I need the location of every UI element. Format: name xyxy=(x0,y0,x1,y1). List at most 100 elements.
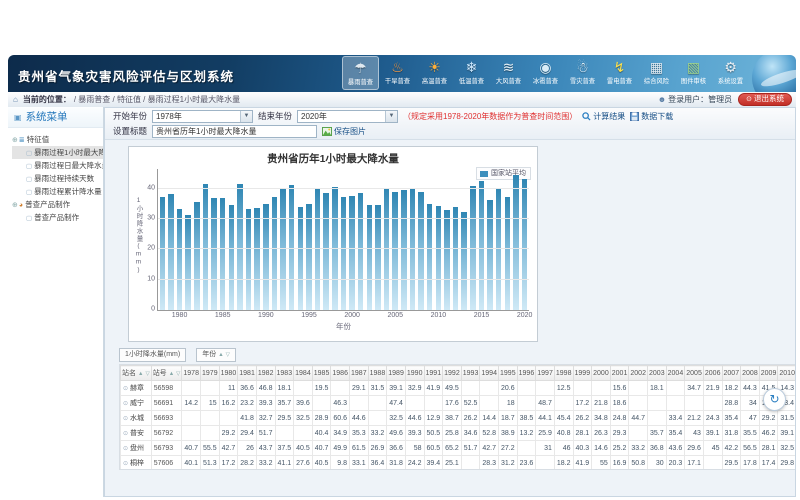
col-year-1996[interactable]: 1996 xyxy=(517,366,536,381)
sort-desc-icon[interactable]: ▽ xyxy=(226,352,230,358)
col-year-1992[interactable]: 1992 xyxy=(443,366,462,381)
cell-value: 18.2 xyxy=(554,456,573,471)
col-station-id[interactable]: 站号▲▽ xyxy=(151,366,182,381)
nav-item-low-temp[interactable]: ❄低温普查 xyxy=(453,56,490,90)
chevron-down-icon[interactable]: ▼ xyxy=(240,111,252,122)
tree-toggle-icon[interactable]: ⊕ xyxy=(12,137,18,144)
tree-item[interactable]: ▢暴雨过程日最大降水量 xyxy=(12,159,103,172)
col-year-2008[interactable]: 2008 xyxy=(741,366,760,381)
col-year-1998[interactable]: 1998 xyxy=(554,366,573,381)
map-review-icon: ▧ xyxy=(675,57,712,78)
cell-value xyxy=(554,396,573,411)
col-year-1986[interactable]: 1986 xyxy=(331,366,350,381)
nav-item-snow[interactable]: ☃雪灾普查 xyxy=(564,56,601,90)
bar-slot xyxy=(305,169,314,310)
col-year-1993[interactable]: 1993 xyxy=(461,366,480,381)
tree-item[interactable]: ▢暴雨过程1小时最大降水量 xyxy=(12,146,103,159)
sort-desc-icon[interactable]: ▽ xyxy=(145,371,149,377)
table-row-56792[interactable]: ⊙普安5679229.229.451.740.434.935.333.249.6… xyxy=(121,426,796,441)
row-expand-icon[interactable]: ⊙ xyxy=(123,461,128,467)
chevron-down-icon[interactable]: ▼ xyxy=(385,111,397,122)
col-year-1988[interactable]: 1988 xyxy=(368,366,387,381)
col-year-2000[interactable]: 2000 xyxy=(592,366,611,381)
col-year-1994[interactable]: 1994 xyxy=(480,366,499,381)
col-year-1979[interactable]: 1979 xyxy=(201,366,220,381)
bar-slot xyxy=(296,169,305,310)
start-year-select[interactable]: 1978年▼ xyxy=(152,110,253,123)
col-year-1980[interactable]: 1980 xyxy=(219,366,238,381)
calculate-button[interactable]: 计算结果 xyxy=(582,111,625,122)
logout-button[interactable]: ⊙退出系统 xyxy=(738,93,792,106)
end-year-select[interactable]: 2020年▼ xyxy=(297,110,398,123)
col-year-2006[interactable]: 2006 xyxy=(703,366,722,381)
col-year-2005[interactable]: 2005 xyxy=(685,366,704,381)
col-year-1981[interactable]: 1981 xyxy=(238,366,257,381)
col-year-1987[interactable]: 1987 xyxy=(350,366,369,381)
col-year-1985[interactable]: 1985 xyxy=(312,366,331,381)
save-image-button[interactable]: 保存图片 xyxy=(322,126,366,137)
tree-item[interactable]: ▢暴雨过程持续天数 xyxy=(12,172,103,185)
table-row-56691[interactable]: ⊙威宁5669114.21516.223.239.335.739.646.347… xyxy=(121,396,796,411)
cell-station-id: 56693 xyxy=(151,411,182,426)
col-year-1991[interactable]: 1991 xyxy=(424,366,443,381)
nav-item-settings[interactable]: ⚙系统设置 xyxy=(712,56,749,90)
col-year-1990[interactable]: 1990 xyxy=(405,366,424,381)
nav-item-hail[interactable]: ◉冰雹普查 xyxy=(527,56,564,90)
nav-item-wind[interactable]: ≋大风普查 xyxy=(490,56,527,90)
table-row-57606[interactable]: ⊙桐梓5760640.151.317.228.233.241.127.640.5… xyxy=(121,456,796,471)
col-year-2007[interactable]: 2007 xyxy=(722,366,741,381)
cell-value xyxy=(517,396,536,411)
pivot-column[interactable]: 年份▲▽ xyxy=(196,348,236,362)
tree-item[interactable]: ▢暴雨过程累计降水量 xyxy=(12,185,103,198)
bar-slot xyxy=(184,169,193,310)
cell-value: 51.7 xyxy=(461,441,480,456)
sort-asc-icon[interactable]: ▲ xyxy=(138,371,143,377)
sort-desc-icon[interactable]: ▽ xyxy=(176,371,180,377)
col-year-1989[interactable]: 1989 xyxy=(387,366,406,381)
sort-asc-icon[interactable]: ▲ xyxy=(218,352,223,358)
table-row-56693[interactable]: ⊙水城5669341.832.729.532.528.960.644.632.5… xyxy=(121,411,796,426)
row-expand-icon[interactable]: ⊙ xyxy=(123,386,128,392)
refresh-float-button[interactable]: ↻ xyxy=(763,388,786,411)
col-year-1982[interactable]: 1982 xyxy=(256,366,275,381)
row-expand-icon[interactable]: ⊙ xyxy=(123,416,128,422)
row-expand-icon[interactable]: ⊙ xyxy=(123,446,128,452)
bar-slot xyxy=(356,169,365,310)
table-row-56793[interactable]: ⊙盘州5679340.755.542.72643.737.540.540.749… xyxy=(121,441,796,456)
row-expand-icon[interactable]: ⊙ xyxy=(123,401,128,407)
pivot-measure[interactable]: 1小时降水量(mm) xyxy=(119,348,186,362)
col-year-2002[interactable]: 2002 xyxy=(629,366,648,381)
cell-value: 12.5 xyxy=(554,381,573,396)
tree-group-0[interactable]: ⊕≣特征值 xyxy=(12,133,103,146)
col-year-1983[interactable]: 1983 xyxy=(275,366,294,381)
cell-value: 29.3 xyxy=(610,426,629,441)
cell-value: 35.5 xyxy=(741,426,760,441)
sort-asc-icon[interactable]: ▲ xyxy=(169,371,174,377)
col-year-1995[interactable]: 1995 xyxy=(499,366,518,381)
nav-item-map-review[interactable]: ▧图件审核 xyxy=(675,56,712,90)
nav-item-lightning[interactable]: ↯雷电普查 xyxy=(601,56,638,90)
nav-item-drought[interactable]: ♨干旱普查 xyxy=(379,56,416,90)
col-year-2010[interactable]: 2010 xyxy=(778,366,795,381)
tree-toggle-icon[interactable]: ⊕ xyxy=(12,202,18,209)
table-row-56598[interactable]: ⊙赫章565981136.646.818.119.529.131.539.132… xyxy=(121,381,796,396)
col-year-2003[interactable]: 2003 xyxy=(648,366,667,381)
tree-group-1[interactable]: ⊕◕普查产品制作 xyxy=(12,198,103,211)
nav-item-comprehensive-risk[interactable]: ▦综合风险 xyxy=(638,56,675,90)
nav-item-high-temp[interactable]: ☀高温普查 xyxy=(416,56,453,90)
nav-item-rainstorm[interactable]: ☂暴雨普查 xyxy=(342,56,379,90)
x-tick-label: 2000 xyxy=(344,312,360,319)
col-year-2009[interactable]: 2009 xyxy=(759,366,778,381)
col-year-2004[interactable]: 2004 xyxy=(666,366,685,381)
tree-item[interactable]: ▢普查产品制作 xyxy=(12,211,103,224)
col-station-name[interactable]: 站名▲▽ xyxy=(121,366,152,381)
row-expand-icon[interactable]: ⊙ xyxy=(123,431,128,437)
chart-title-input[interactable]: 贵州省历年1小时最大降水量 xyxy=(152,125,317,138)
col-year-1984[interactable]: 1984 xyxy=(294,366,313,381)
col-year-1999[interactable]: 1999 xyxy=(573,366,592,381)
col-year-1978[interactable]: 1978 xyxy=(182,366,201,381)
download-button[interactable]: 数据下载 xyxy=(630,111,673,122)
col-year-1997[interactable]: 1997 xyxy=(536,366,555,381)
bar-slot xyxy=(236,169,245,310)
col-year-2001[interactable]: 2001 xyxy=(610,366,629,381)
